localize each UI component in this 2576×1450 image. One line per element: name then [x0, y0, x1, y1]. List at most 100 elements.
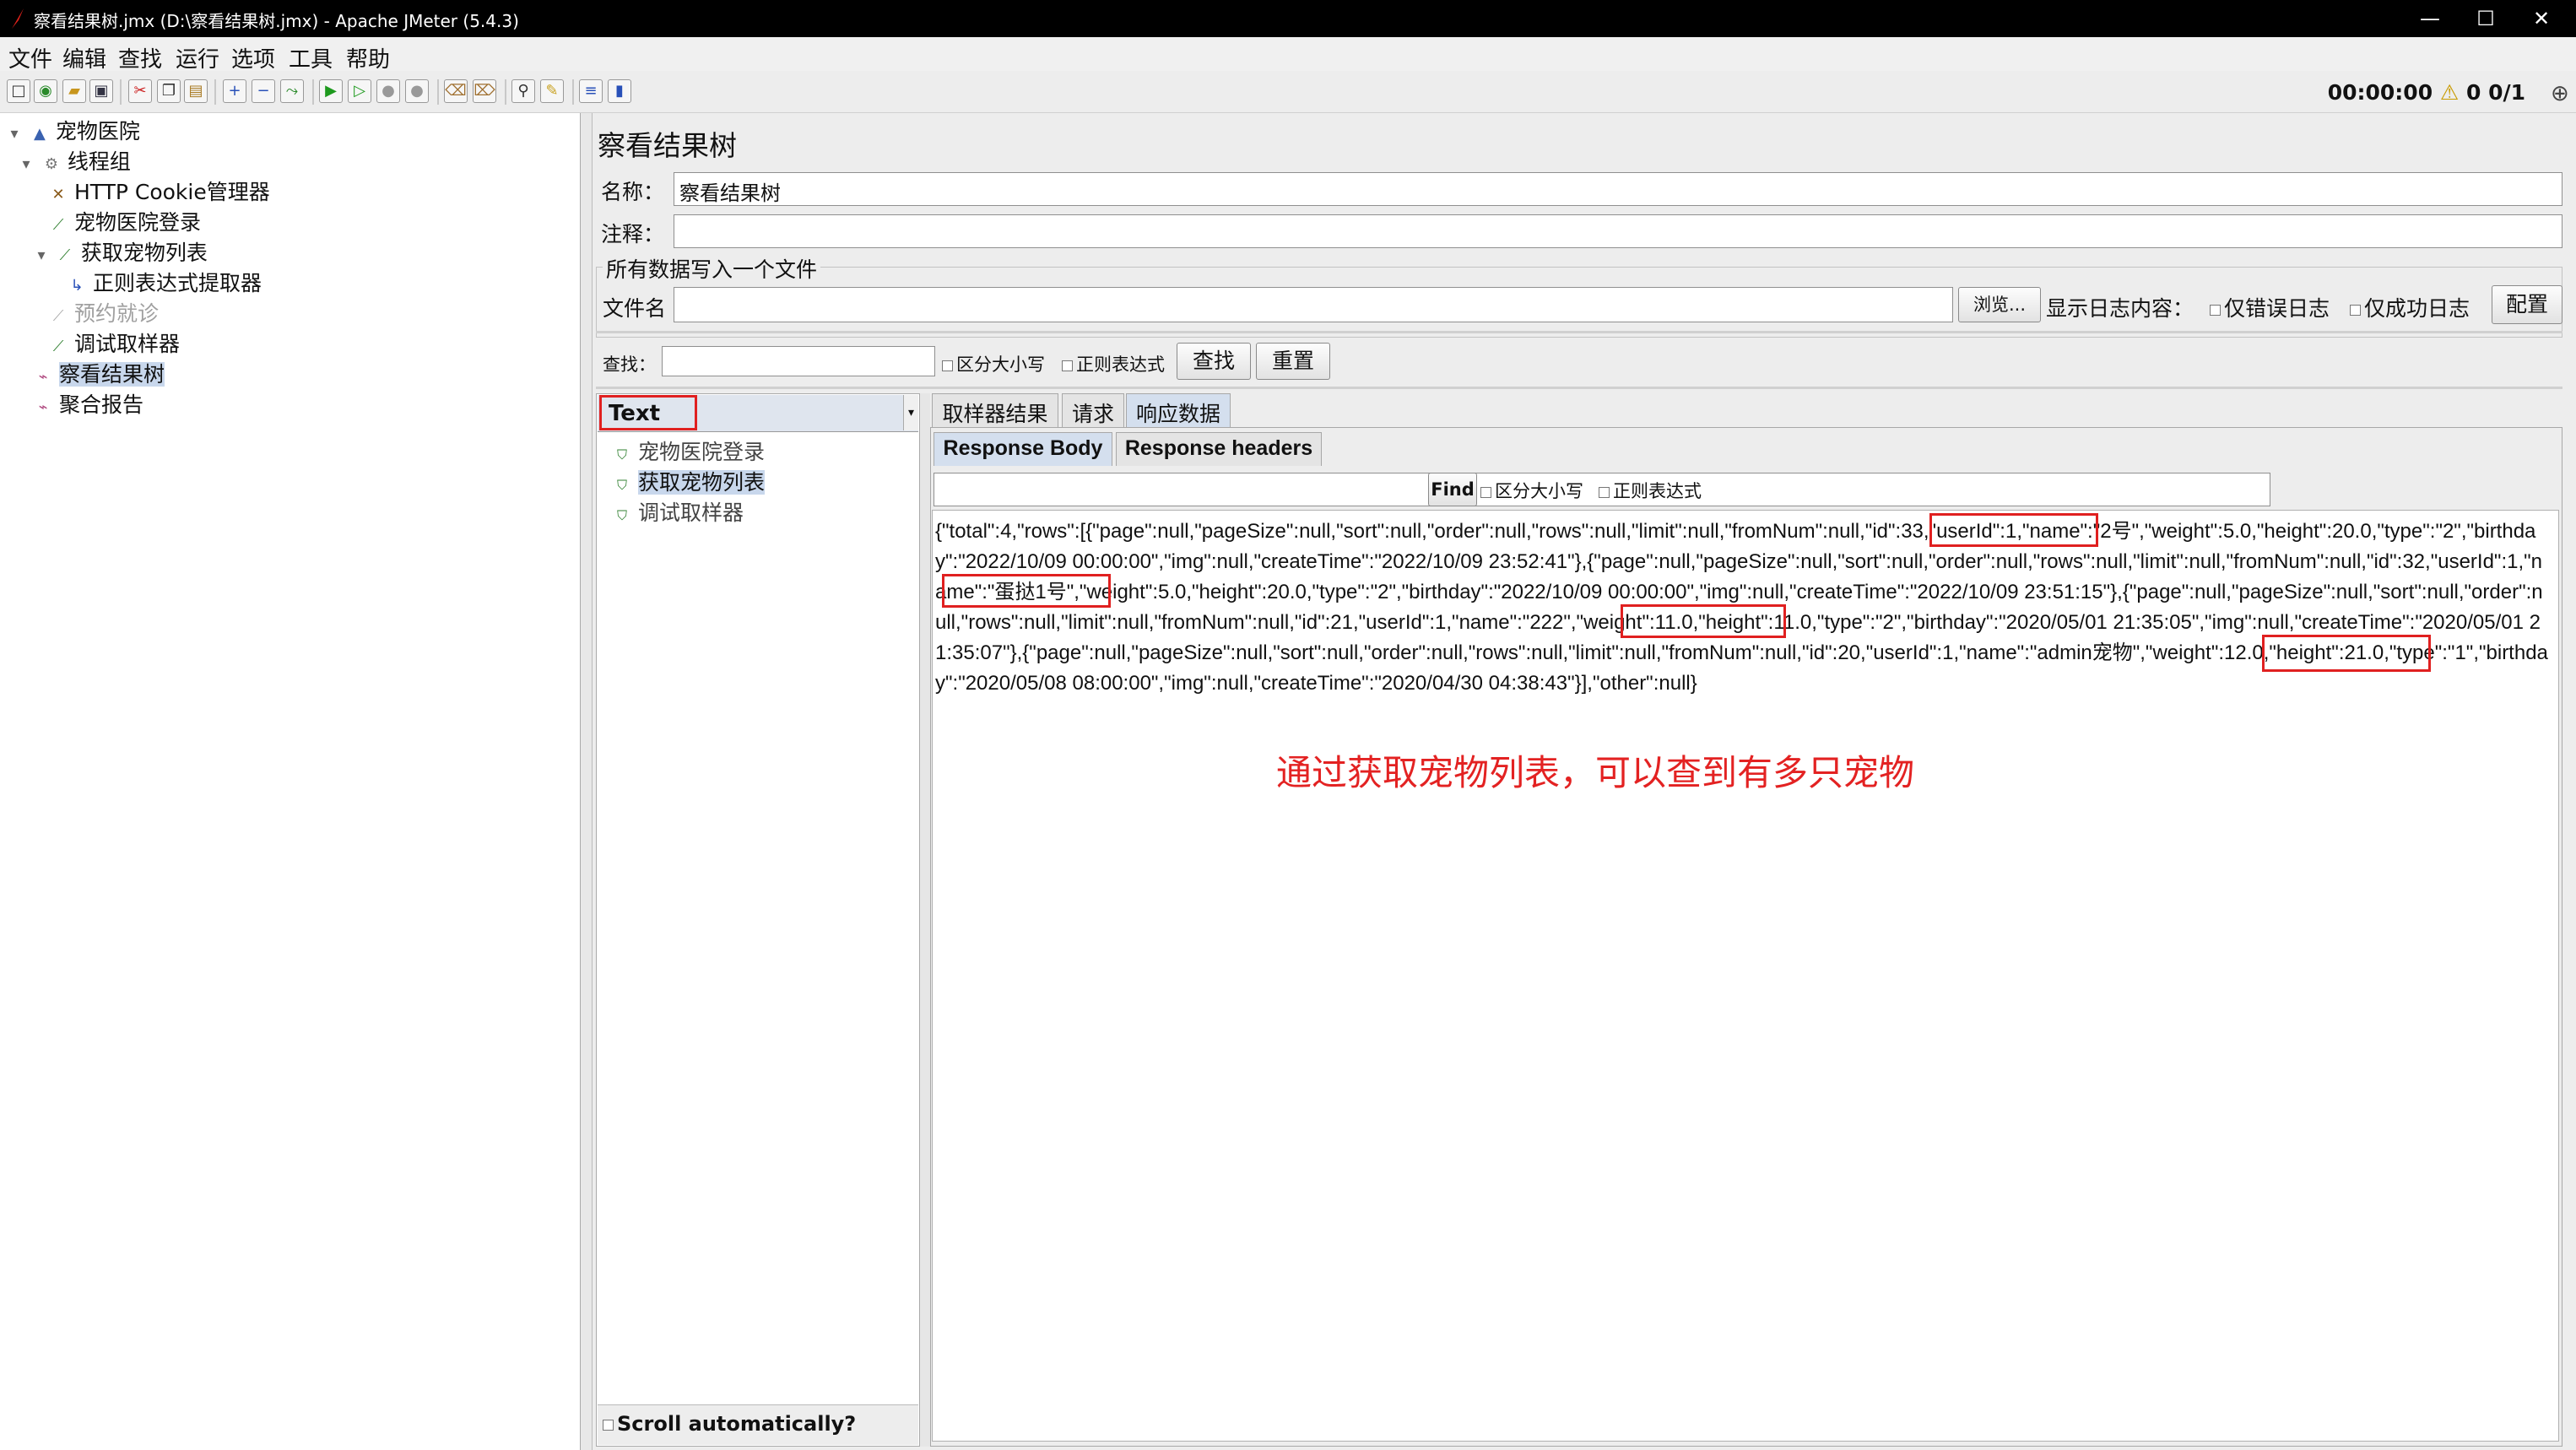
start-no-pause-icon[interactable]: ▷: [348, 79, 371, 103]
sample-item-login[interactable]: ⛉ 宠物医院登录: [613, 436, 765, 466]
collapse-icon[interactable]: −: [252, 79, 275, 103]
menu-edit[interactable]: 编辑: [62, 42, 106, 73]
scroll-auto-checkbox[interactable]: Scroll automatically?: [603, 1412, 856, 1436]
search-binoculars-icon[interactable]: ⚲: [511, 79, 535, 103]
configure-button[interactable]: 配置: [2492, 285, 2562, 324]
minimize-button[interactable]: —: [2402, 0, 2458, 37]
renderer-select[interactable]: Text ▾: [598, 395, 918, 432]
body-find-case-checkbox[interactable]: 区分大小写: [1480, 478, 1583, 503]
annotation-note: 通过获取宠物列表，可以查到有多只宠物: [1276, 752, 1915, 793]
menu-file[interactable]: 文件: [8, 42, 52, 73]
checkbox-icon[interactable]: [942, 360, 953, 371]
success-shield-icon: ⛉: [616, 446, 627, 463]
menu-search[interactable]: 查找: [118, 42, 162, 73]
clear-all-icon[interactable]: ⌦: [473, 79, 496, 103]
tree-label: 聚合报告: [58, 392, 143, 417]
cookie-manager-icon: ✕: [51, 186, 65, 203]
divider: [596, 387, 2562, 389]
checkbox-icon[interactable]: [603, 1419, 614, 1431]
tab-response-body[interactable]: Response Body: [934, 432, 1112, 466]
tree-node-thread-group[interactable]: ▾ ⚙ 线程组: [17, 145, 130, 176]
tree-label: 获取宠物列表: [80, 241, 208, 265]
search-case-checkbox[interactable]: 区分大小写: [942, 351, 1045, 376]
panel-title: 察看结果树: [598, 129, 737, 162]
tree-node-regex-extractor[interactable]: ↳ 正则表达式提取器: [68, 267, 262, 297]
checkbox-icon[interactable]: [1062, 360, 1073, 371]
tree-node-aggregate-report[interactable]: ⌁ 聚合报告: [34, 388, 143, 419]
toolbar-divider: [120, 79, 122, 105]
tree-node-cookie-manager[interactable]: ✕ HTTP Cookie管理器: [49, 176, 270, 206]
sample-item-pet-list[interactable]: ⛉ 获取宠物列表: [613, 466, 765, 496]
templates-icon[interactable]: ◉: [34, 79, 57, 103]
checkbox-icon[interactable]: [2350, 304, 2361, 316]
expand-toggle-icon[interactable]: ▾: [5, 125, 24, 143]
result-splitter[interactable]: [920, 393, 930, 1447]
expand-toggle-icon[interactable]: ▾: [17, 155, 35, 173]
menu-run[interactable]: 运行: [176, 42, 219, 73]
help-icon[interactable]: ▮: [608, 79, 631, 103]
sampler-icon: ⟋: [52, 216, 64, 234]
comment-field[interactable]: [674, 214, 2562, 248]
success-only-label: 仅成功日志: [2364, 296, 2470, 321]
tab-request[interactable]: 请求: [1062, 393, 1124, 427]
body-find-regex-checkbox[interactable]: 正则表达式: [1599, 478, 1702, 503]
maximize-button[interactable]: ☐: [2458, 0, 2514, 37]
shutdown-icon[interactable]: ●: [405, 79, 429, 103]
toolbar-divider: [312, 79, 314, 105]
new-icon[interactable]: □: [7, 79, 30, 103]
checkbox-icon[interactable]: [1480, 486, 1491, 498]
filename-field[interactable]: [674, 287, 1953, 322]
tree-node-appointment-sampler[interactable]: ⟋ 预约就诊: [49, 297, 159, 327]
toolbar: □ ◉ ▰ ▣ ✂ ❐ ▤ + − ⤳ ▶ ▷ ● ● ⌫ ⌦ ⚲ ✎ ≡ ▮ …: [0, 73, 2576, 113]
browse-button[interactable]: 浏览...: [1958, 287, 2041, 322]
reset-button[interactable]: 重置: [1256, 343, 1330, 380]
chevron-down-icon[interactable]: ▾: [903, 395, 918, 430]
cut-icon[interactable]: ✂: [128, 79, 152, 103]
stop-icon[interactable]: ●: [376, 79, 400, 103]
reset-search-icon[interactable]: ✎: [540, 79, 564, 103]
close-button[interactable]: ✕: [2514, 0, 2569, 37]
pane-splitter[interactable]: [581, 113, 593, 1450]
name-field[interactable]: 察看结果树: [674, 172, 2562, 206]
start-icon[interactable]: ▶: [319, 79, 343, 103]
tab-response-headers[interactable]: Response headers: [1116, 432, 1322, 466]
paste-icon[interactable]: ▤: [184, 79, 208, 103]
toolbar-divider: [505, 79, 506, 105]
menu-options[interactable]: 选项: [231, 42, 275, 73]
toolbar-divider: [437, 79, 439, 105]
find-button[interactable]: 查找: [1177, 343, 1251, 380]
sample-item-debug[interactable]: ⛉ 调试取样器: [613, 496, 744, 527]
tree-label: HTTP Cookie管理器: [73, 180, 270, 204]
copy-icon[interactable]: ❐: [157, 79, 181, 103]
body-find-button[interactable]: Find: [1428, 473, 1477, 506]
checkbox-icon[interactable]: [1599, 486, 1610, 498]
errors-only-checkbox[interactable]: 仅错误日志: [2210, 292, 2330, 322]
checkbox-icon[interactable]: [2210, 304, 2221, 316]
tab-response-data[interactable]: 响应数据: [1126, 393, 1231, 427]
listener-icon: ⌁: [38, 368, 48, 386]
tab-sampler-result[interactable]: 取样器结果: [932, 393, 1058, 427]
function-helper-icon[interactable]: ≡: [579, 79, 603, 103]
clear-icon[interactable]: ⌫: [444, 79, 468, 103]
run-status: 00:00:00 ⚠ 0 0/1: [2328, 80, 2525, 105]
tree-node-debug-sampler[interactable]: ⟋ 调试取样器: [49, 327, 180, 358]
search-input[interactable]: [662, 346, 935, 376]
expand-toggle-icon[interactable]: ▾: [34, 246, 49, 264]
tree-node-login-sampler[interactable]: ⟋ 宠物医院登录: [49, 206, 201, 236]
save-icon[interactable]: ▣: [89, 79, 113, 103]
filename-label: 文件名: [603, 296, 667, 321]
thread-count: 0/1: [2488, 80, 2525, 105]
toolbar-divider: [572, 79, 574, 105]
tree-node-test-plan[interactable]: ▾ ▲ 宠物医院: [5, 115, 139, 145]
warning-icon[interactable]: ⚠: [2440, 80, 2459, 105]
tree-node-view-results-tree[interactable]: ⌁ 察看结果树: [34, 358, 165, 388]
open-icon[interactable]: ▰: [62, 79, 86, 103]
toggle-icon[interactable]: ⤳: [280, 79, 304, 103]
search-regex-checkbox[interactable]: 正则表达式: [1062, 351, 1165, 376]
menu-help[interactable]: 帮助: [346, 42, 390, 73]
expand-icon[interactable]: +: [223, 79, 246, 103]
tree-node-pet-list-sampler[interactable]: ▾ ⟋ 获取宠物列表: [34, 236, 208, 267]
menu-tools[interactable]: 工具: [289, 42, 333, 73]
menu-bar: 文件 编辑 查找 运行 选项 工具 帮助: [0, 37, 2576, 73]
success-only-checkbox[interactable]: 仅成功日志: [2350, 292, 2470, 322]
